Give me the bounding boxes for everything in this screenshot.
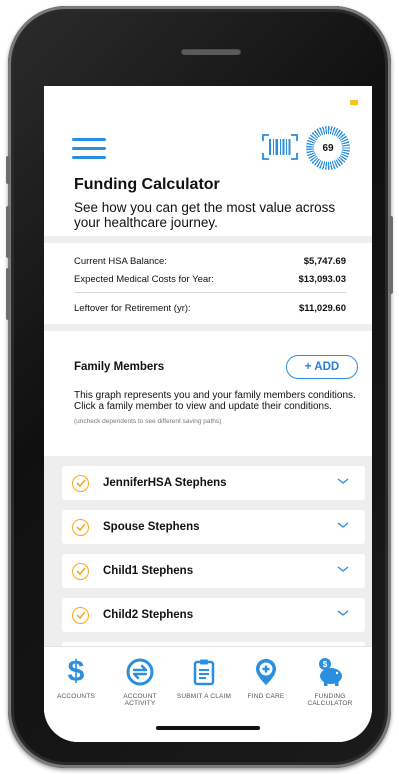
balance-label: Current HSA Balance: bbox=[74, 255, 167, 267]
member-checkbox[interactable] bbox=[72, 606, 89, 624]
home-indicator bbox=[156, 726, 260, 730]
clipboard-icon bbox=[174, 657, 234, 687]
check-icon bbox=[75, 523, 86, 531]
section-divider bbox=[44, 236, 372, 243]
phone-frame: 69 Funding Calculator See how you can ge… bbox=[6, 6, 393, 768]
transfer-icon bbox=[110, 657, 170, 687]
chevron-down-icon[interactable] bbox=[337, 566, 349, 573]
mute-switch bbox=[6, 156, 10, 184]
tab-label: ACCOUNT ACTIVITY bbox=[123, 693, 157, 707]
balance-value: $5,747.69 bbox=[303, 255, 346, 267]
family-member-row[interactable]: Child2 Stephens bbox=[62, 598, 365, 632]
balance-value: $11,029.60 bbox=[298, 302, 346, 314]
tab-label: ACCOUNTS bbox=[56, 693, 96, 700]
piggy-bank-icon: $ bbox=[300, 657, 360, 687]
family-header: Family Members + ADD bbox=[74, 354, 358, 380]
tab-account-activity[interactable]: ACCOUNT ACTIVITY bbox=[110, 657, 170, 707]
check-icon bbox=[75, 611, 86, 619]
tab-label: FUNDING CALCULATOR bbox=[307, 693, 353, 707]
family-member-row[interactable]: Spouse Stephens bbox=[62, 510, 365, 544]
balance-row: Leftover for Retirement (yr): $11,029.60 bbox=[74, 299, 346, 317]
chevron-down-icon[interactable] bbox=[337, 522, 349, 529]
app-header: 69 bbox=[44, 122, 372, 174]
speaker-grille bbox=[181, 48, 241, 55]
tab-accounts[interactable]: $ ACCOUNTS bbox=[46, 655, 106, 701]
chevron-down-icon[interactable] bbox=[337, 478, 349, 485]
health-score-badge[interactable]: 69 bbox=[306, 126, 350, 170]
svg-text:$: $ bbox=[323, 660, 328, 669]
member-name: Spouse Stephens bbox=[103, 521, 200, 533]
family-member-row[interactable]: JenniferHSA Stephens bbox=[62, 466, 365, 500]
add-family-member-button[interactable]: + ADD bbox=[286, 355, 358, 379]
member-name: Child1 Stephens bbox=[103, 565, 194, 577]
check-icon bbox=[75, 479, 86, 487]
balance-value: $13,093.03 bbox=[298, 273, 346, 285]
member-checkbox[interactable] bbox=[72, 518, 89, 536]
tab-find-care[interactable]: FIND CARE bbox=[236, 657, 296, 700]
check-icon bbox=[75, 567, 86, 575]
member-name: JenniferHSA Stephens bbox=[103, 477, 227, 489]
app-screen: 69 Funding Calculator See how you can ge… bbox=[44, 86, 372, 742]
balance-row: Expected Medical Costs for Year: $13,093… bbox=[74, 270, 346, 288]
tab-label: FIND CARE bbox=[247, 693, 285, 700]
balance-label: Expected Medical Costs for Year: bbox=[74, 273, 214, 285]
balance-summary: Current HSA Balance: $5,747.69 Expected … bbox=[74, 252, 346, 317]
page-subtitle: See how you can get the most value acros… bbox=[74, 200, 336, 230]
health-score-value: 69 bbox=[314, 134, 342, 162]
family-hint: (uncheck dependents to see different sav… bbox=[74, 418, 222, 425]
tab-label: SUBMIT A CLAIM bbox=[176, 693, 232, 700]
tab-funding-calculator[interactable]: $ FUNDING CALCULATOR bbox=[300, 657, 360, 707]
balance-label: Leftover for Retirement (yr): bbox=[74, 302, 191, 314]
menu-icon[interactable] bbox=[72, 138, 106, 160]
member-checkbox[interactable] bbox=[72, 562, 89, 580]
family-section: Family Members + ADD This graph represen… bbox=[74, 354, 358, 425]
balance-divider bbox=[74, 292, 346, 293]
power-button bbox=[389, 216, 393, 294]
section-divider bbox=[44, 324, 372, 331]
family-description: This graph represents you and your famil… bbox=[74, 390, 356, 412]
family-member-row[interactable]: Child1 Stephens bbox=[62, 554, 365, 588]
status-indicator bbox=[350, 100, 358, 105]
barcode-scan-icon[interactable] bbox=[262, 134, 298, 160]
chevron-down-icon[interactable] bbox=[337, 610, 349, 617]
family-title: Family Members bbox=[74, 361, 165, 373]
member-checkbox[interactable] bbox=[72, 474, 89, 492]
balance-row: Current HSA Balance: $5,747.69 bbox=[74, 252, 346, 270]
dollar-icon: $ bbox=[67, 655, 85, 688]
location-plus-icon bbox=[236, 657, 296, 687]
page-title: Funding Calculator bbox=[74, 176, 220, 193]
member-name: Child2 Stephens bbox=[103, 609, 194, 621]
volume-down-button bbox=[6, 268, 10, 320]
tab-submit-claim[interactable]: SUBMIT A CLAIM bbox=[174, 657, 234, 700]
volume-up-button bbox=[6, 206, 10, 258]
